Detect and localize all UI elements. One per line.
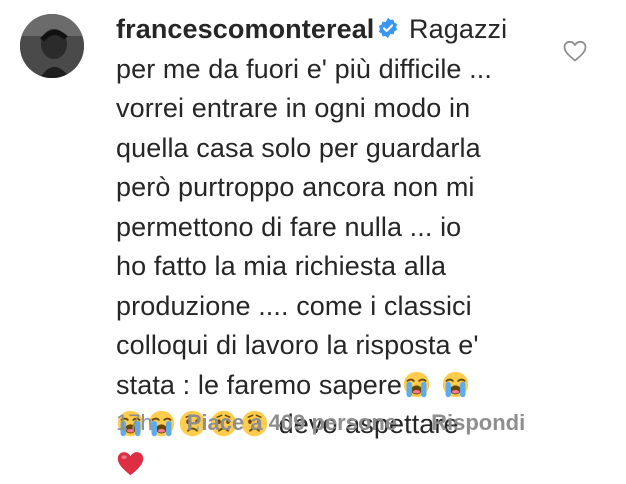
loudly-crying-face-icon (402, 370, 431, 399)
verified-badge-icon (377, 17, 399, 39)
comment-text-part1: Ragazzi per me da fuori e' più difficile… (116, 14, 508, 400)
comment-meta: 17h Piace a 409 persone Rispondi (116, 410, 525, 436)
comment-timestamp: 17h (116, 410, 153, 435)
heart-outline-icon[interactable] (563, 40, 587, 62)
loudly-crying-face-icon (441, 370, 470, 399)
avatar[interactable] (20, 14, 84, 78)
likes-count-link[interactable]: Piace a 409 persone (187, 410, 397, 436)
red-heart-icon (116, 449, 145, 478)
reply-button[interactable]: Rispondi (431, 410, 525, 436)
comment-username[interactable]: francescomontereal (116, 14, 374, 44)
